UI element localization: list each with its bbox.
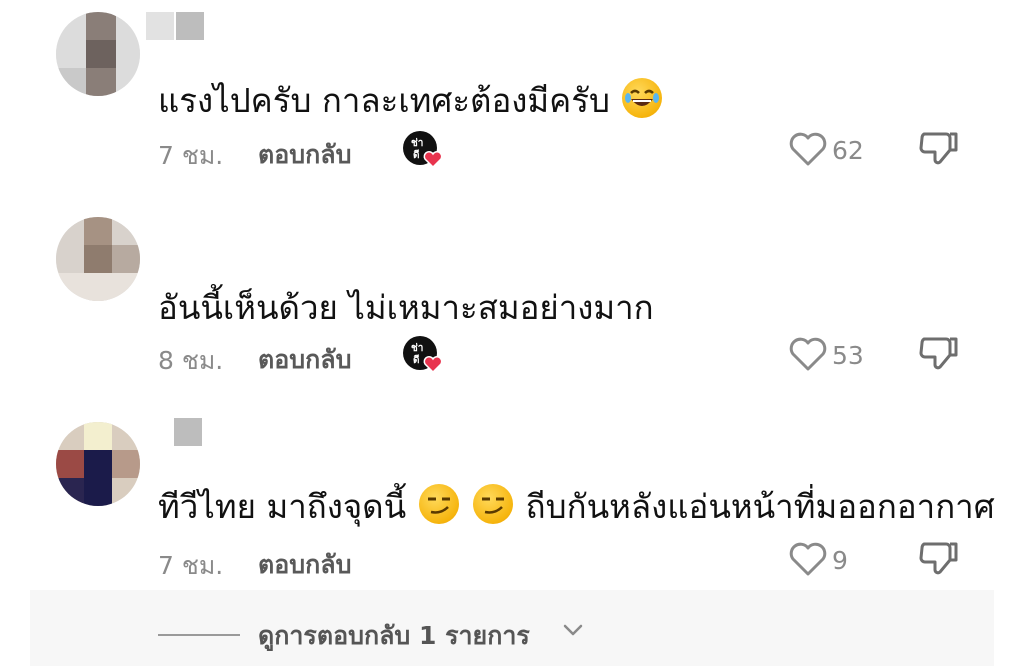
- avatar[interactable]: [56, 12, 140, 96]
- reply-button[interactable]: ตอบกลับ: [258, 135, 351, 175]
- smirk-emojis: [406, 484, 526, 526]
- comment-time: 7 ชม.: [158, 141, 224, 170]
- comment-item: แรงไปครับ กาละเทศะต้องมีครับ 7 ชม. ตอบกล…: [0, 0, 1024, 200]
- comment-item: อันนี้เห็นด้วย ไม่เหมาะสมอย่างมาก 8 ชม. …: [0, 205, 1024, 405]
- comment-time: 8 ชม.: [158, 346, 224, 375]
- reply-button[interactable]: ตอบกลับ: [258, 545, 351, 585]
- comment-text: อันนี้เห็นด้วย ไม่เหมาะสมอย่างมาก: [158, 288, 654, 327]
- like-count: 53: [832, 341, 864, 370]
- avatar[interactable]: [56, 422, 140, 506]
- svg-text:ดี: ดี: [413, 149, 420, 161]
- smirking-face-emoji: [473, 484, 514, 524]
- heart-outline-icon[interactable]: [788, 540, 828, 578]
- svg-text:ช่า: ช่า: [411, 342, 423, 354]
- chevron-down-icon: [563, 624, 583, 636]
- like-count: 9: [832, 546, 848, 575]
- divider-line: [158, 634, 240, 636]
- thumbs-down-icon[interactable]: [918, 333, 962, 375]
- thumbs-down-icon[interactable]: [918, 128, 962, 170]
- view-replies-button[interactable]: ดูการตอบกลับ 1 รายการ: [30, 590, 994, 666]
- creator-liked-badge: ช่า ดี: [402, 130, 446, 170]
- view-replies-label: ดูการตอบกลับ 1 รายการ: [258, 621, 530, 650]
- heart-outline-icon[interactable]: [788, 335, 828, 373]
- thumbs-down-icon[interactable]: [918, 538, 962, 580]
- svg-text:ดี: ดี: [413, 354, 420, 366]
- avatar[interactable]: [56, 217, 140, 301]
- comment-item: ทีวีไทย มาถึงจุดนี้ ถีบกันหลังแอ่นหน้าที…: [0, 410, 1024, 610]
- creator-liked-badge: ช่า ดี: [402, 335, 446, 375]
- comment-text: แรงไปครับ กาละเทศะต้องมีครับ: [158, 74, 664, 127]
- laughing-emoji: [622, 78, 663, 118]
- heart-outline-icon[interactable]: [788, 130, 828, 168]
- reply-button[interactable]: ตอบกลับ: [258, 340, 351, 380]
- smirking-face-emoji: [418, 484, 459, 524]
- comment-time: 7 ชม.: [158, 551, 224, 580]
- comment-text: ทีวีไทย มาถึงจุดนี้ ถีบกันหลังแอ่นหน้าที…: [158, 480, 995, 533]
- svg-text:ช่า: ช่า: [411, 137, 423, 149]
- like-count: 62: [832, 136, 864, 165]
